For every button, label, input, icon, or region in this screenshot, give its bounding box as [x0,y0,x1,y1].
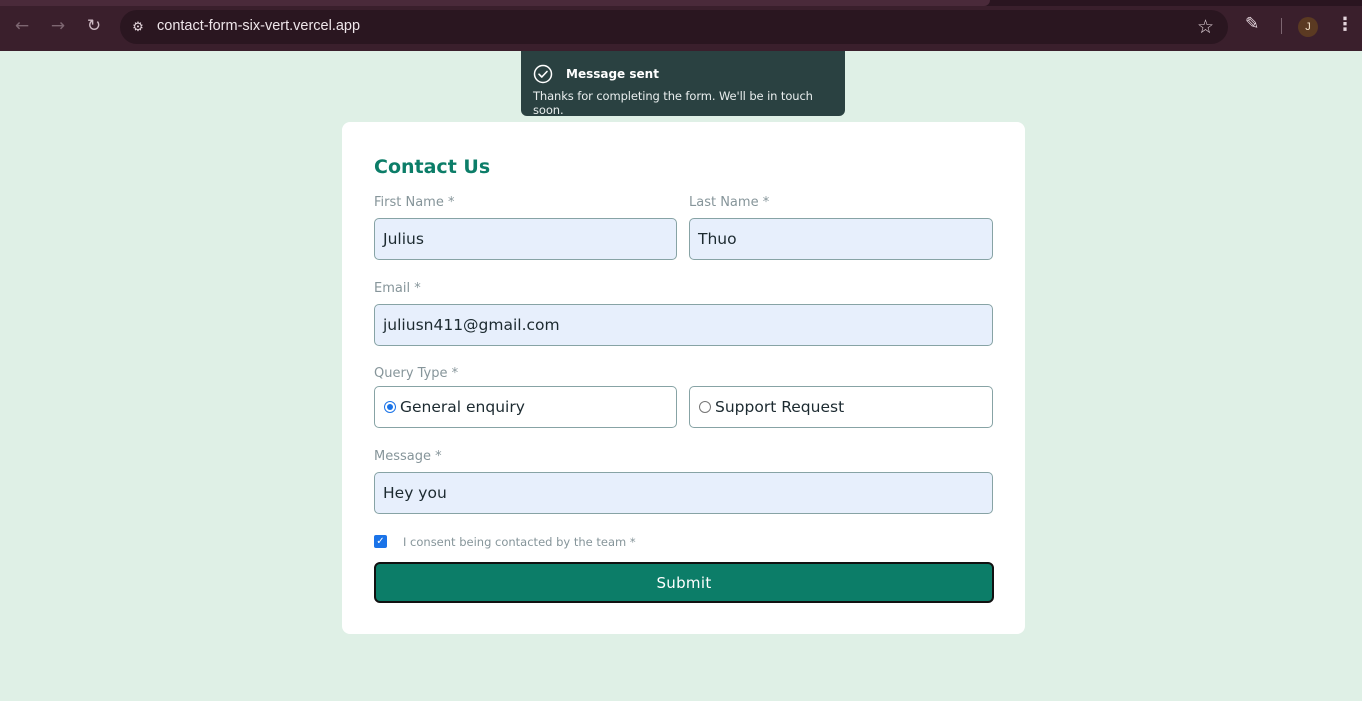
message-textarea[interactable]: Hey you [374,472,993,514]
submit-button[interactable]: Submit [374,562,994,603]
email-label: Email * [374,281,421,296]
consent-checkbox[interactable]: ✓ [374,535,387,548]
toast-title: Message sent [566,67,659,81]
site-settings-icon[interactable]: ⚙ [129,18,147,36]
support-request-label: Support Request [715,398,845,416]
extensions-icon[interactable]: ✎ [1245,14,1259,34]
general-enquiry-radio[interactable] [384,401,396,413]
general-enquiry-option[interactable]: General enquiry [374,386,677,428]
reload-icon[interactable]: ↻ [81,13,107,39]
support-request-option[interactable]: Support Request [689,386,993,428]
profile-avatar[interactable]: J [1298,17,1318,37]
contact-form-card: Contact Us First Name * Julius Last Name… [342,122,1025,634]
last-name-label: Last Name * [689,195,770,210]
first-name-input[interactable]: Julius [374,218,677,260]
address-bar[interactable]: ⚙ contact-form-six-vert.vercel.app ☆ [120,10,1228,44]
url-text[interactable]: contact-form-six-vert.vercel.app [157,18,360,34]
email-input[interactable]: juliusn411@gmail.com [374,304,993,346]
consent-label: I consent being contacted by the team * [403,535,636,549]
success-toast: Message sent Thanks for completing the f… [521,51,845,117]
check-circle-icon [533,64,553,84]
query-type-label: Query Type * [374,366,459,381]
first-name-label: First Name * [374,195,455,210]
last-name-input[interactable]: Thuo [689,218,993,260]
back-arrow-icon[interactable]: ← [9,13,35,39]
active-tab-edge[interactable] [0,0,990,6]
browser-toolbar: ← → ↻ ⚙ contact-form-six-vert.vercel.app… [0,0,1362,51]
menu-kebab-icon[interactable]: ⋮ [1336,14,1354,35]
message-label: Message * [374,449,442,464]
support-request-radio[interactable] [699,401,711,413]
toolbar-divider [1281,18,1282,34]
tab-strip [0,0,1362,6]
bookmark-star-icon[interactable]: ☆ [1197,16,1214,38]
form-title: Contact Us [374,156,491,178]
general-enquiry-label: General enquiry [400,398,525,416]
forward-arrow-icon[interactable]: → [45,13,71,39]
toast-message: Thanks for completing the form. We'll be… [533,89,813,117]
